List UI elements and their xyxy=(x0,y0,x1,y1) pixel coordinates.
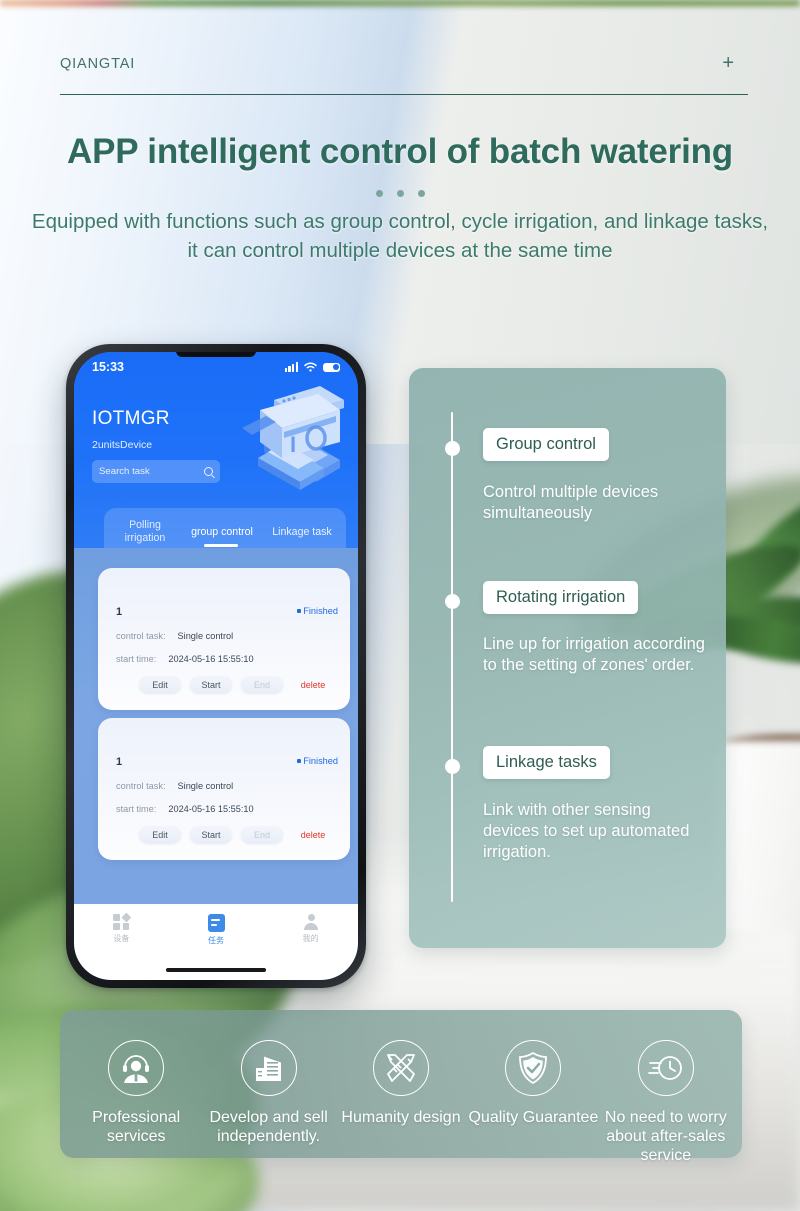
search-icon xyxy=(204,467,213,476)
phone-screen: I 15:33 IOTMGR 2unitsDevice Search task … xyxy=(74,352,358,980)
service-label: No need to worry about after-sales servi… xyxy=(604,1109,727,1164)
task-icon xyxy=(207,914,225,932)
status-badge: Finished xyxy=(297,756,338,766)
tab-active-indicator xyxy=(204,544,238,547)
start-button[interactable]: Start xyxy=(190,826,232,843)
status-badge: Finished xyxy=(297,606,338,616)
timeline-line xyxy=(451,412,454,902)
task-actions: Edit Start End delete xyxy=(98,676,350,693)
service-item-develop-sell: Develop and sell independently. xyxy=(202,1040,334,1146)
service-item-after-sales: No need to worry about after-sales servi… xyxy=(600,1040,732,1165)
page-subtitle: Equipped with functions such as group co… xyxy=(31,210,769,262)
task-number: 1 xyxy=(116,606,123,618)
service-label: Quality Guarantee xyxy=(468,1109,599,1126)
phone-mockup: I 15:33 IOTMGR 2unitsDevice Search task … xyxy=(66,344,366,988)
timeline-dot xyxy=(445,441,460,456)
tab-linkage-task[interactable]: Linkage task xyxy=(266,526,338,539)
user-icon xyxy=(303,914,319,930)
nav-label: 我的 xyxy=(302,934,319,943)
signal-icon xyxy=(284,362,298,372)
timeline-dot xyxy=(445,594,460,609)
battery-icon xyxy=(323,362,340,372)
service-item-quality-guarantee: Quality Guarantee xyxy=(467,1040,599,1127)
service-label: Humanity design xyxy=(341,1109,461,1126)
dot-icon xyxy=(375,190,383,197)
phone-notch xyxy=(176,352,256,357)
shield-check-icon xyxy=(505,1040,562,1096)
tab-polling-irrigation[interactable]: Polling irrigation xyxy=(116,519,174,545)
task-starttime-row: start time: 2024-05-16 15:55:10 xyxy=(116,654,254,664)
task-card[interactable]: 1 Finished control task: Single control s… xyxy=(98,718,350,860)
fast-clock-icon xyxy=(637,1040,694,1096)
add-icon[interactable]: + xyxy=(722,53,734,73)
end-button: End xyxy=(241,826,283,843)
edit-button[interactable]: Edit xyxy=(139,676,181,693)
nav-item-devices[interactable]: 设备 xyxy=(74,912,169,944)
feature-desc-linkage-tasks: Link with other sensing devices to set u… xyxy=(483,801,690,861)
service-item-professional: Professional services xyxy=(70,1040,202,1146)
hero-section: APP intelligent control of batch waterin… xyxy=(0,132,800,265)
page-header: QIANGTAI + xyxy=(60,53,748,96)
end-button: End xyxy=(241,676,283,693)
feature-desc-group-control: Control multiple devices simultaneously xyxy=(483,483,659,522)
headset-support-icon xyxy=(108,1040,165,1096)
service-item-humanity-design: Humanity design xyxy=(335,1040,467,1127)
brand-title: QIANGTAI xyxy=(60,56,136,72)
app-device-count: 2unitsDevice xyxy=(92,439,153,451)
start-button[interactable]: Start xyxy=(190,676,232,693)
nav-label: 任务 xyxy=(208,936,224,945)
dot-icon xyxy=(396,190,404,197)
task-actions: Edit Start End delete xyxy=(98,826,350,843)
status-time: 15:33 xyxy=(92,360,124,374)
iot-illustration-icon: I xyxy=(224,380,352,500)
service-label: Develop and sell independently. xyxy=(209,1109,328,1145)
nav-item-mine[interactable]: 我的 xyxy=(263,914,358,944)
task-control-row: control task: Single control xyxy=(116,631,234,641)
wifi-icon xyxy=(304,362,317,372)
pencil-ruler-icon xyxy=(373,1040,430,1096)
grid-icon xyxy=(113,912,131,930)
edit-button[interactable]: Edit xyxy=(139,826,181,843)
plant-pot xyxy=(714,740,800,930)
feature-tag-linkage-tasks: Linkage tasks xyxy=(483,746,610,779)
feature-tag-rotating-irrigation: Rotating irrigation xyxy=(483,581,639,614)
status-icons xyxy=(284,362,340,372)
nav-item-tasks[interactable]: 任务 xyxy=(169,914,264,946)
tab-group-control[interactable]: group control xyxy=(180,526,264,539)
service-label: Professional services xyxy=(92,1109,181,1145)
task-number: 1 xyxy=(116,756,123,768)
task-starttime-row: start time: 2024-05-16 15:55:10 xyxy=(116,804,254,814)
home-indicator xyxy=(166,968,266,972)
svg-text:I: I xyxy=(290,432,296,457)
nav-label: 设备 xyxy=(113,934,130,943)
page-title: APP intelligent control of batch waterin… xyxy=(67,132,733,171)
app-title: IOTMGR xyxy=(92,408,170,429)
timeline-dot xyxy=(445,759,460,774)
task-card[interactable]: 1 Finished control task: Single control s… xyxy=(98,568,350,710)
background-top-strip xyxy=(0,0,800,6)
dot-separator xyxy=(0,190,800,197)
service-highlights-bar: Professional services Develop and sell i… xyxy=(60,1010,742,1164)
task-control-row: control task: Single control xyxy=(116,781,234,791)
delete-button[interactable]: delete xyxy=(292,826,334,843)
header-divider xyxy=(60,94,748,96)
delete-button[interactable]: delete xyxy=(292,676,334,693)
dot-icon xyxy=(417,190,425,197)
status-dot-icon xyxy=(297,759,302,763)
features-panel: Group control Control multiple devices s… xyxy=(409,368,726,948)
status-dot-icon xyxy=(297,609,302,613)
feature-tag-group-control: Group control xyxy=(483,428,609,461)
building-icon xyxy=(240,1040,297,1096)
search-input[interactable]: Search task xyxy=(92,460,220,483)
search-placeholder: Search task xyxy=(99,466,150,477)
feature-desc-rotating-irrigation: Line up for irrigation according to the … xyxy=(483,635,705,674)
